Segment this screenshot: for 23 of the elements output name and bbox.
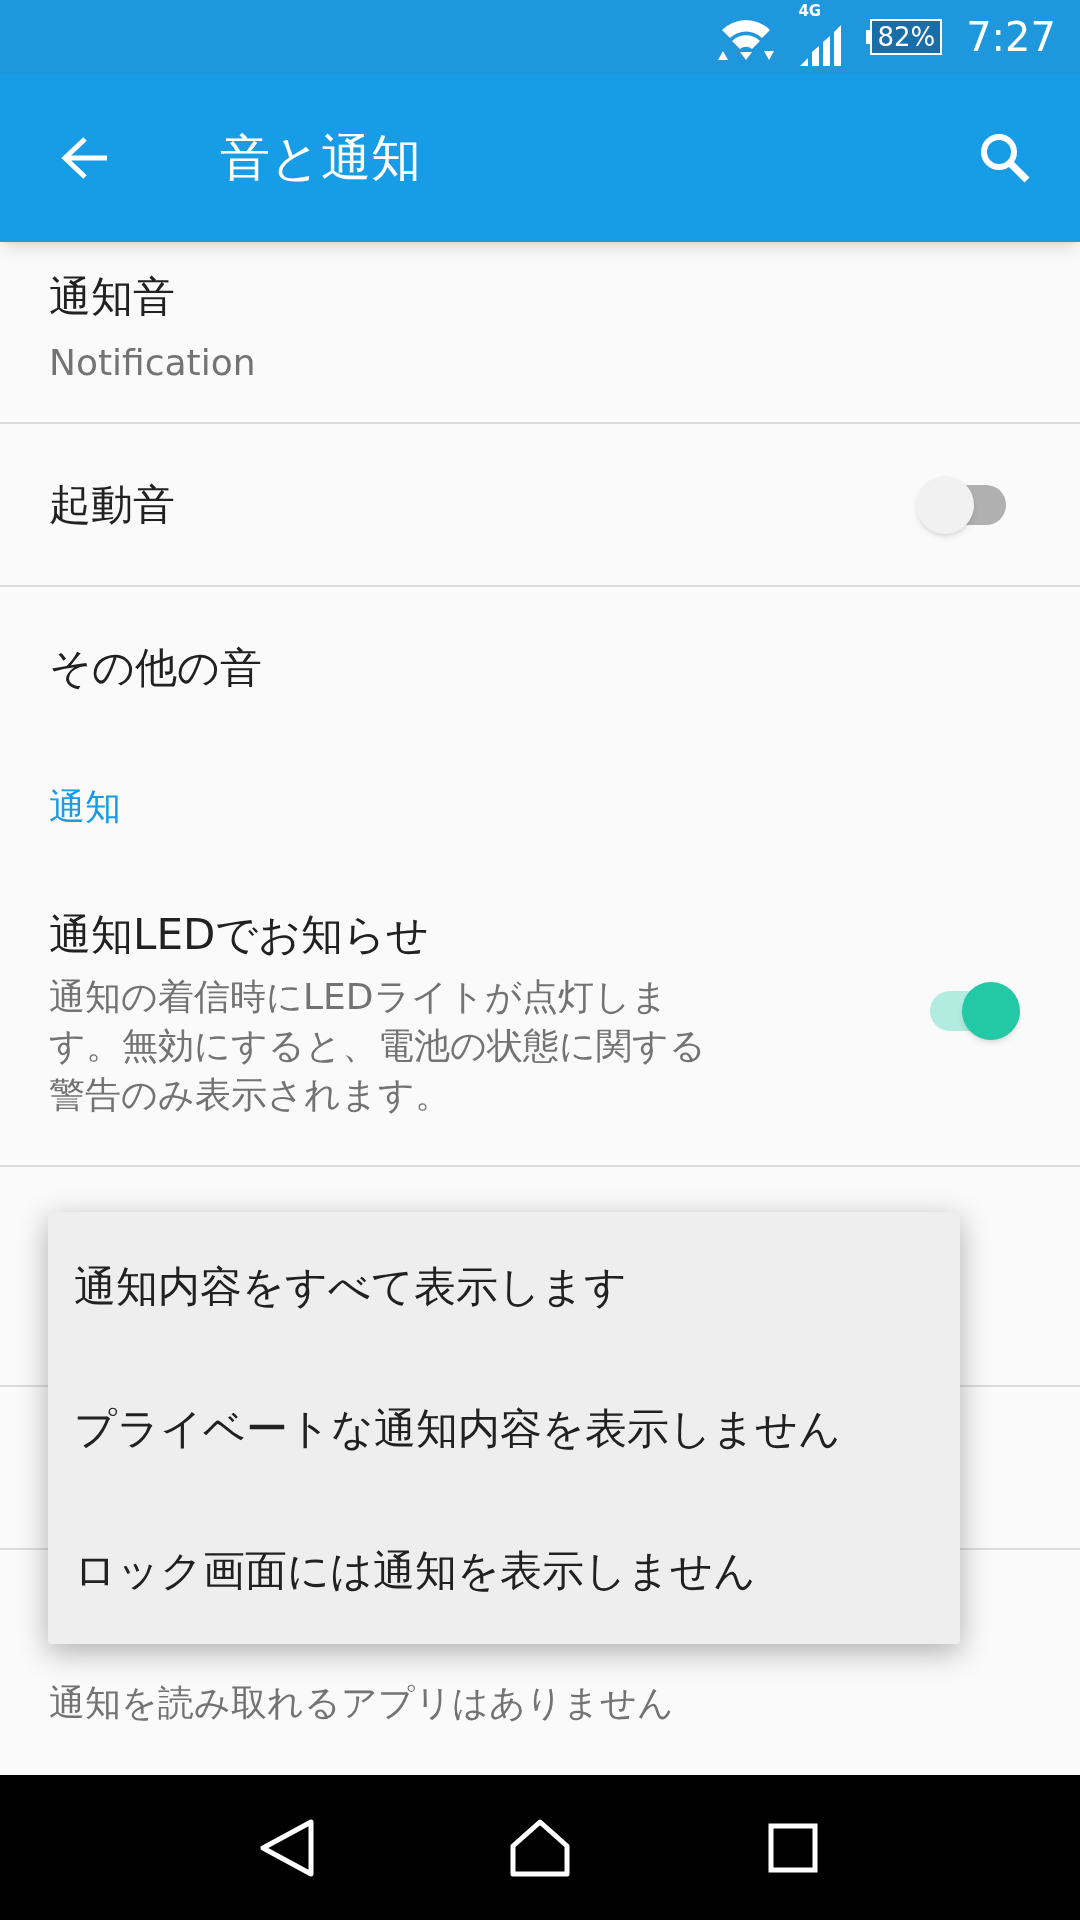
- menu-item[interactable]: ロック画面には通知を表示しません: [48, 1499, 960, 1641]
- clock: 7:27: [966, 13, 1056, 62]
- back-arrow-icon: [61, 136, 109, 180]
- setting-row[interactable]: 通知LEDでお知らせ 通知の着信時にLEDライトが点灯します。無効にすると、電池の状態に関する警告のみ表示されます。: [0, 867, 1080, 1167]
- setting-row[interactable]: 通知音 Notification: [0, 242, 1080, 424]
- setting-title: 通知LEDでお知らせ: [49, 909, 431, 961]
- setting-title: 通知音: [49, 270, 176, 323]
- menu-item[interactable]: プライベートな通知内容を表示しません: [48, 1357, 960, 1499]
- square-icon: [768, 1822, 819, 1873]
- setting-row[interactable]: その他の音: [0, 587, 1080, 747]
- screen-title: 音と通知: [220, 127, 422, 189]
- section-header: 通知: [49, 785, 121, 829]
- menu-item[interactable]: 通知内容をすべて表示します: [48, 1215, 960, 1357]
- home-icon: [509, 1817, 571, 1878]
- triangle-back-icon: [258, 1817, 315, 1878]
- setting-row[interactable]: 起動音: [0, 424, 1080, 587]
- network-type-label: 4G: [798, 1, 822, 22]
- setting-title: その他の音: [49, 641, 262, 694]
- search-icon: [979, 132, 1031, 184]
- setting-title: 起動音: [49, 479, 176, 531]
- setting-summary: Notification: [49, 340, 257, 385]
- battery-indicator: 82%: [866, 19, 943, 55]
- setting-summary: 通知の着信時にLEDライトが点灯します。無効にすると、電池の状態に関する警告のみ表示されます。: [49, 975, 707, 1117]
